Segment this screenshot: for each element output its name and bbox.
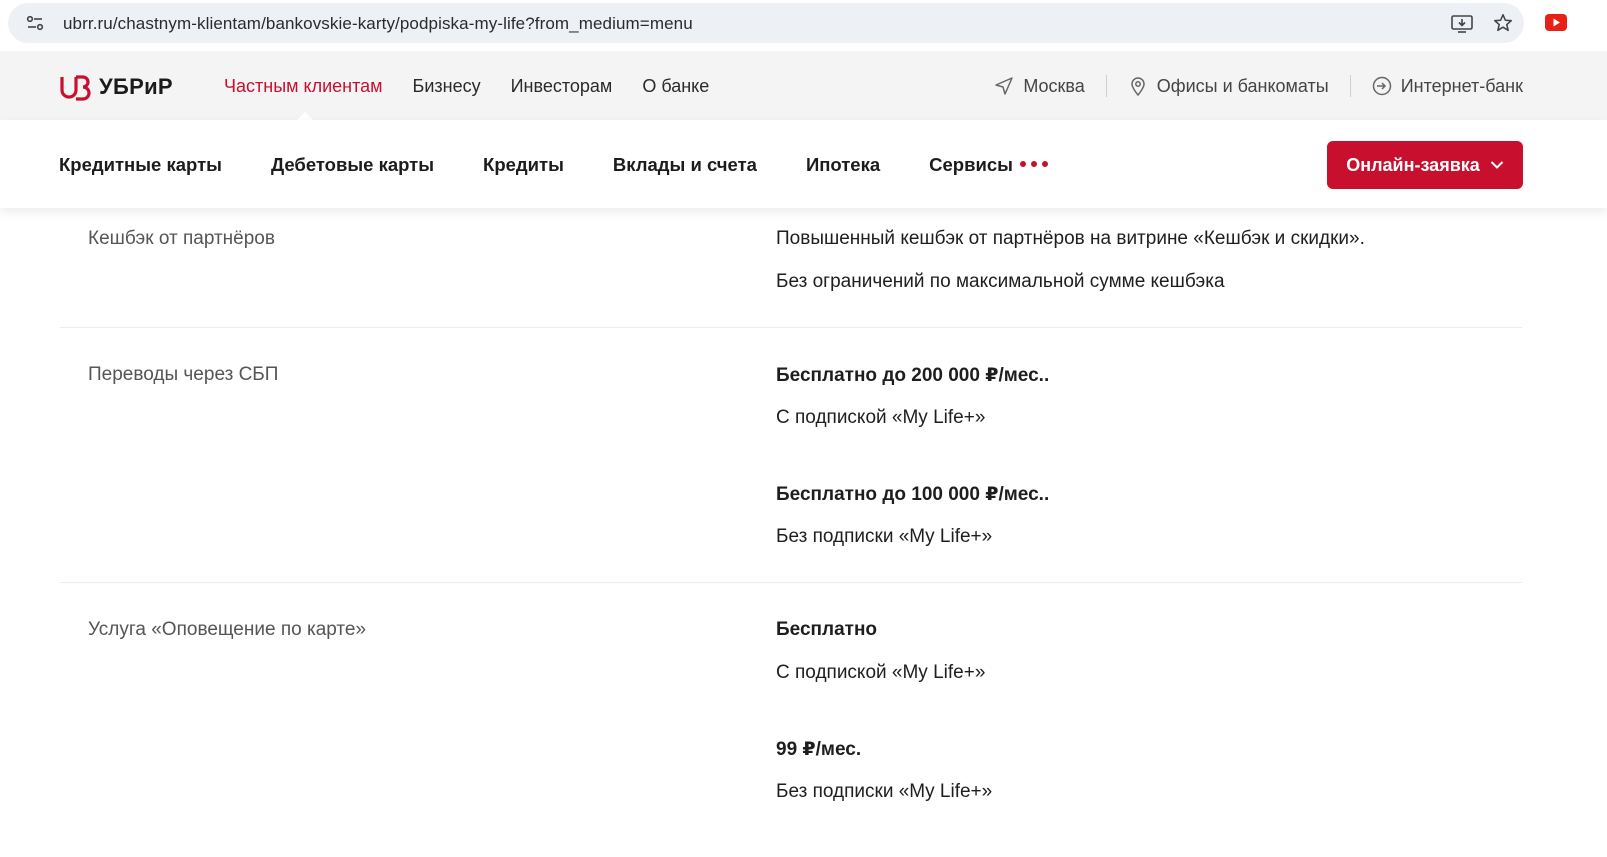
chevron-down-icon	[1490, 161, 1503, 169]
divider	[1105, 75, 1107, 97]
logo-text: УБРиР	[99, 74, 173, 99]
nav-deposits[interactable]: Вклады и счета	[613, 154, 757, 176]
row-label: Услуга «Оповещение по карте»	[88, 619, 367, 640]
url-text[interactable]: ubrr.ru/chastnym-klientam/bankovskie-kar…	[63, 14, 693, 34]
row-value: Бесплатно	[776, 619, 878, 640]
nav-debit-cards[interactable]: Дебетовые карты	[271, 154, 434, 176]
row-value: Без подписки «My Life+»	[776, 526, 993, 547]
row-value: С подпиской «My Life+»	[776, 662, 986, 683]
nav-investors[interactable]: Инвесторам	[511, 76, 613, 97]
nav-business[interactable]: Бизнесу	[413, 76, 481, 97]
divider	[1349, 75, 1351, 97]
offices-link[interactable]: Офисы и банкоматы	[1128, 76, 1329, 97]
nav-private-clients[interactable]: Частным клиентам	[224, 76, 383, 97]
internet-bank-link[interactable]: Интернет-банк	[1372, 76, 1523, 97]
bank-logo[interactable]: УБРиР	[59, 73, 173, 101]
nav-credit-cards[interactable]: Кредитные карты	[59, 154, 222, 176]
bookmark-star-icon[interactable]	[1492, 12, 1514, 34]
internet-bank-label: Интернет-банк	[1400, 75, 1523, 96]
subscription-features-table: Кешбэк от партнёров Повышенный кешбэк от…	[60, 208, 1522, 843]
offices-label: Офисы и банкоматы	[1156, 75, 1329, 96]
nav-services[interactable]: Сервисы	[929, 154, 1013, 176]
city-selector[interactable]: Москва	[994, 75, 1085, 97]
row-value: Без подписки «My Life+»	[776, 781, 993, 802]
browser-toolbar: ubrr.ru/chastnym-klientam/bankovskie-kar…	[0, 0, 1607, 47]
row-value: Повышенный кешбэк от партнёров на витрин…	[776, 228, 1365, 249]
row-label: Кешбэк от партнёров	[88, 228, 275, 249]
map-pin-icon	[1131, 77, 1145, 96]
table-row: Кешбэк от партнёров Повышенный кешбэк от…	[60, 208, 1522, 328]
nav-loans[interactable]: Кредиты	[483, 154, 564, 176]
cta-label: Онлайн-заявка	[1346, 154, 1480, 175]
logo-mark-icon	[60, 75, 91, 101]
table-row: Переводы через СБП Бесплатно до 200 000 …	[60, 328, 1522, 583]
location-arrow-icon	[995, 77, 1014, 95]
install-app-icon[interactable]	[1451, 15, 1473, 33]
online-application-button[interactable]: Онлайн-заявка	[1327, 141, 1523, 189]
row-value: Без ограничений по максимальной сумме ке…	[776, 271, 1225, 292]
segment-nav: Частным клиентам Бизнесу Инвесторам О ба…	[224, 76, 709, 97]
table-row: Услуга «Оповещение по карте» Бесплатно С…	[60, 583, 1522, 843]
row-value: С подпиской «My Life+»	[776, 407, 986, 428]
login-icon	[1372, 76, 1391, 96]
youtube-extension-icon[interactable]	[1545, 14, 1567, 31]
product-nav: Кредитные карты Дебетовые карты Кредиты …	[0, 120, 1607, 208]
nav-about-bank[interactable]: О банке	[642, 76, 709, 97]
site-header: УБРиР Частным клиентам Бизнесу Инвестора…	[0, 51, 1607, 121]
site-info-icon[interactable]	[26, 15, 44, 31]
address-bar[interactable]: ubrr.ru/chastnym-klientam/bankovskie-kar…	[8, 3, 1524, 43]
nav-mortgage[interactable]: Ипотека	[806, 154, 880, 176]
city-label: Москва	[1023, 75, 1085, 96]
row-value: Бесплатно до 200 000 ₽/мес..	[776, 365, 1050, 386]
row-label: Переводы через СБП	[88, 364, 279, 385]
row-value: Бесплатно до 100 000 ₽/мес..	[776, 484, 1050, 505]
row-value: 99 ₽/мес.	[776, 739, 862, 760]
header-utility-links: Москва Офисы и банкоматы Интернет-банк	[994, 75, 1523, 97]
more-menu-icon[interactable]	[1020, 161, 1048, 167]
